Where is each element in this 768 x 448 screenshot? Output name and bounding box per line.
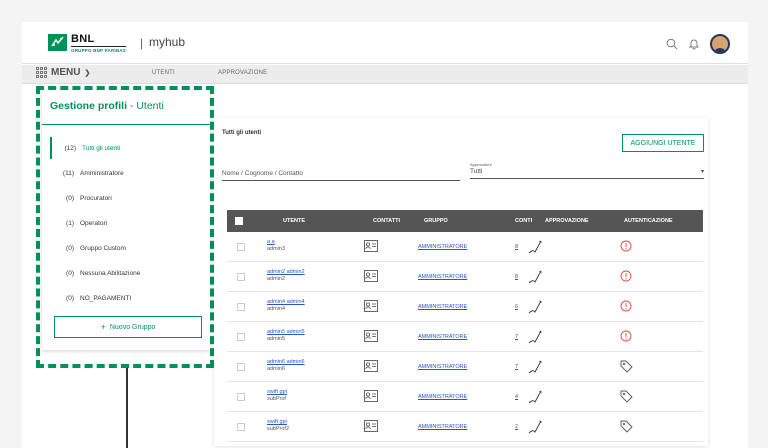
bell-icon[interactable] bbox=[688, 38, 700, 50]
alert-circle-icon[interactable] bbox=[620, 330, 632, 344]
approver-select[interactable]: Tutti ▾ bbox=[470, 168, 704, 179]
table-row[interactable]: a a admin3 AMMINISTRATORE 8 bbox=[227, 232, 703, 262]
conti-count-link[interactable]: 8 bbox=[515, 274, 518, 280]
user-name-link[interactable]: admin6 admin6 bbox=[267, 359, 305, 365]
table-row[interactable]: admin6 admin6 admin6 AMMINISTRATORE 7 bbox=[227, 352, 703, 382]
col-autenticazione[interactable]: AUTENTICAZIONE bbox=[624, 218, 673, 224]
row-checkbox[interactable] bbox=[237, 423, 245, 431]
table-row[interactable]: admin4 admin4 admin4 AMMINISTRATORE 6 bbox=[227, 292, 703, 322]
nav-link-approvazione[interactable]: APPROVAZIONE bbox=[218, 70, 267, 76]
conti-count-link[interactable]: 7 bbox=[515, 364, 518, 370]
tag-icon[interactable] bbox=[620, 420, 633, 435]
row-checkbox[interactable] bbox=[237, 333, 245, 341]
group-link[interactable]: AMMINISTRATORE bbox=[418, 364, 467, 370]
row-checkbox[interactable] bbox=[237, 243, 245, 251]
user-name-link[interactable]: admin4 admin4 bbox=[267, 299, 305, 305]
conti-count-link[interactable]: 4 bbox=[515, 394, 518, 400]
brand-separator: | bbox=[140, 36, 144, 50]
conti-count-link[interactable]: 2 bbox=[515, 424, 518, 430]
name-search-field[interactable]: Nome / Cognome / Contatto bbox=[222, 170, 460, 181]
row-checkbox[interactable] bbox=[237, 363, 245, 371]
app-window: BNL GRUPPO BNP PARIBAS | myhub MENU ❯ UT… bbox=[22, 22, 748, 448]
contact-card-icon[interactable] bbox=[364, 330, 378, 342]
alert-circle-icon[interactable] bbox=[620, 270, 632, 284]
group-link[interactable]: AMMINISTRATORE bbox=[418, 304, 467, 310]
group-link[interactable]: AMMINISTRATORE bbox=[418, 244, 467, 250]
user-name-link[interactable]: admin5 admin5 bbox=[267, 329, 305, 335]
user-id: admin3 bbox=[267, 246, 286, 252]
chevron-down-icon: ❯ bbox=[84, 69, 91, 77]
signature-pen-icon[interactable] bbox=[527, 299, 543, 317]
tag-icon[interactable] bbox=[620, 360, 633, 375]
select-all-checkbox[interactable] bbox=[235, 217, 243, 225]
user-id: admin5 bbox=[267, 336, 286, 342]
contact-card-icon[interactable] bbox=[364, 420, 378, 432]
user-avatar[interactable] bbox=[710, 34, 730, 54]
signature-pen-icon[interactable] bbox=[527, 389, 543, 407]
signature-pen-icon[interactable] bbox=[527, 329, 543, 347]
col-contatti[interactable]: CONTATTI bbox=[373, 218, 400, 224]
row-checkbox[interactable] bbox=[237, 393, 245, 401]
col-approvazione[interactable]: APPROVAZIONE bbox=[545, 218, 589, 224]
user-id: admin4 bbox=[267, 306, 286, 312]
user-id: admin6 bbox=[267, 366, 286, 372]
user-name-link[interactable]: swift gpi bbox=[267, 389, 287, 395]
alert-circle-icon[interactable] bbox=[620, 300, 632, 314]
add-user-button[interactable]: AGGIUNGI UTENTE bbox=[622, 134, 704, 152]
table-header: UTENTE CONTATTI GRUPPO CONTI APPROVAZION… bbox=[227, 210, 703, 232]
search-icon[interactable] bbox=[666, 38, 678, 50]
user-name-link[interactable]: swift gpi bbox=[267, 419, 287, 425]
contact-card-icon[interactable] bbox=[364, 240, 378, 252]
table-row[interactable]: swift gpi subProf2 AMMINISTRATORE 2 bbox=[227, 412, 703, 442]
nav-link-utenti[interactable]: UTENTI bbox=[152, 70, 175, 76]
brand-name: BNL bbox=[71, 33, 95, 45]
user-id: admin2 bbox=[267, 276, 286, 282]
user-name-link[interactable]: a a bbox=[267, 239, 275, 245]
grid-menu-icon bbox=[36, 67, 47, 78]
signature-pen-icon[interactable] bbox=[527, 359, 543, 377]
group-link[interactable]: AMMINISTRATORE bbox=[418, 334, 467, 340]
conti-count-link[interactable]: 6 bbox=[515, 304, 518, 310]
tag-icon[interactable] bbox=[620, 390, 633, 405]
signature-pen-icon[interactable] bbox=[527, 419, 543, 437]
nav-bar: MENU ❯ UTENTI APPROVAZIONE bbox=[22, 65, 748, 84]
signature-pen-icon[interactable] bbox=[527, 239, 543, 257]
conti-count-link[interactable]: 7 bbox=[515, 334, 518, 340]
table-row[interactable]: admin5 admin5 admin5 AMMINISTRATORE 7 bbox=[227, 322, 703, 352]
contact-card-icon[interactable] bbox=[364, 270, 378, 282]
dropdown-caret-icon: ▾ bbox=[700, 169, 704, 175]
top-bar: BNL GRUPPO BNP PARIBAS | myhub bbox=[22, 22, 748, 64]
col-utente[interactable]: UTENTE bbox=[283, 218, 305, 224]
approver-label: Approvatore bbox=[470, 162, 492, 167]
group-link[interactable]: AMMINISTRATORE bbox=[418, 274, 467, 280]
alert-circle-icon[interactable] bbox=[620, 240, 632, 254]
panel-title: Tutti gli utenti bbox=[222, 130, 262, 136]
bnl-logo-icon[interactable] bbox=[48, 34, 67, 51]
contact-card-icon[interactable] bbox=[364, 360, 378, 372]
row-checkbox[interactable] bbox=[237, 273, 245, 281]
top-icons bbox=[666, 33, 730, 55]
signature-pen-icon[interactable] bbox=[527, 269, 543, 287]
highlight-dashed-frame bbox=[36, 86, 214, 368]
group-link[interactable]: AMMINISTRATORE bbox=[418, 394, 467, 400]
col-conti[interactable]: CONTI bbox=[515, 218, 532, 224]
menu-label: MENU bbox=[51, 67, 81, 78]
col-gruppo[interactable]: GRUPPO bbox=[424, 218, 448, 224]
user-id: subProf2 bbox=[267, 426, 290, 432]
user-id: subProf bbox=[267, 396, 286, 402]
contact-card-icon[interactable] bbox=[364, 390, 378, 402]
app-title: myhub bbox=[149, 35, 186, 49]
row-checkbox[interactable] bbox=[237, 303, 245, 311]
users-panel: Tutti gli utenti AGGIUNGI UTENTE Nome / … bbox=[214, 118, 708, 446]
table-row[interactable]: admin2 admin2 admin2 AMMINISTRATORE 8 bbox=[227, 262, 703, 292]
conti-count-link[interactable]: 8 bbox=[515, 244, 518, 250]
menu-button[interactable]: MENU ❯ bbox=[36, 67, 90, 78]
contact-card-icon[interactable] bbox=[364, 300, 378, 312]
brand-subtitle: GRUPPO BNP PARIBAS bbox=[71, 46, 126, 53]
user-name-link[interactable]: admin2 admin2 bbox=[267, 269, 305, 275]
table-row[interactable]: swift gpi subProf AMMINISTRATORE 4 bbox=[227, 382, 703, 412]
callout-line bbox=[126, 368, 128, 448]
group-link[interactable]: AMMINISTRATORE bbox=[418, 424, 467, 430]
